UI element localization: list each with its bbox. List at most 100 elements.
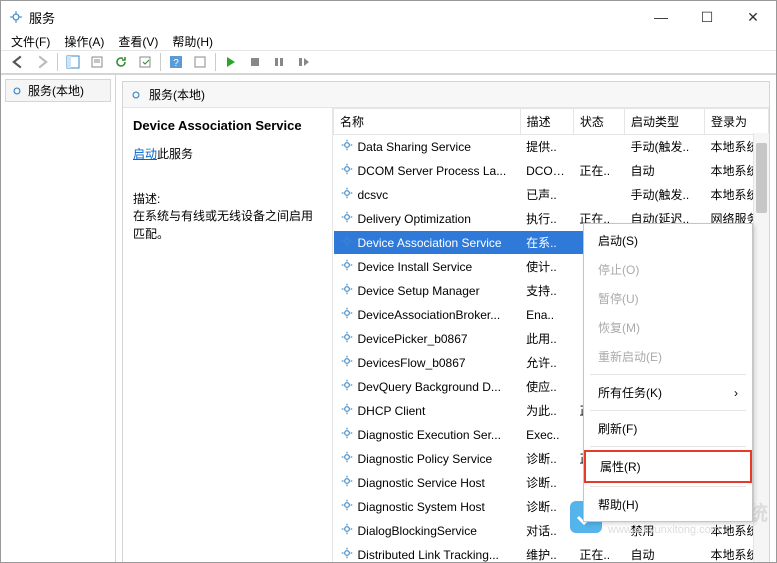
service-startup: 手动(触发.. <box>625 135 705 159</box>
stop-service-button[interactable] <box>244 51 266 73</box>
service-row[interactable]: dcsvc已声..手动(触发..本地系统 <box>334 183 769 207</box>
gear-icon <box>129 88 143 102</box>
service-desc: 对话.. <box>520 519 573 543</box>
service-desc: 维护.. <box>520 543 573 563</box>
toolbar-help-button[interactable]: ? <box>165 51 187 73</box>
gear-icon <box>340 186 354 203</box>
service-desc: 使应.. <box>520 375 573 399</box>
gear-icon <box>340 402 354 419</box>
toolbar-action-button[interactable] <box>189 51 211 73</box>
gear-icon <box>340 234 354 251</box>
tree-root-label: 服务(本地) <box>28 82 84 99</box>
app-icon <box>9 10 23 24</box>
cm-pause: 暂停(U) <box>584 284 752 313</box>
service-name: DCOM Server Process La... <box>358 164 507 178</box>
restart-service-button[interactable] <box>292 51 314 73</box>
service-name: Data Sharing Service <box>358 140 471 154</box>
cm-properties[interactable]: 属性(R) <box>584 450 752 483</box>
close-button[interactable]: ✕ <box>730 1 776 33</box>
service-desc: 支持.. <box>520 279 573 303</box>
toolbar-export-button[interactable] <box>134 51 156 73</box>
cm-stop: 停止(O) <box>584 255 752 284</box>
gear-icon <box>340 162 354 179</box>
pane-title: 服务(本地) <box>149 86 205 103</box>
gear-icon <box>340 426 354 443</box>
cm-start[interactable]: 启动(S) <box>584 226 752 255</box>
cm-restart: 重新启动(E) <box>584 342 752 371</box>
pause-service-button[interactable] <box>268 51 290 73</box>
service-row[interactable]: DCOM Server Process La...DCOM..正在..自动本地系… <box>334 159 769 183</box>
service-desc: 在系.. <box>520 231 573 255</box>
gear-icon <box>340 522 354 539</box>
minimize-button[interactable]: — <box>638 1 684 33</box>
titlebar: 服务 — ☐ ✕ <box>1 1 776 33</box>
service-name: Diagnostic Policy Service <box>358 452 493 466</box>
toolbar-properties-button[interactable] <box>86 51 108 73</box>
chevron-right-icon: › <box>734 386 738 400</box>
service-name: Device Association Service <box>358 236 502 250</box>
service-desc: 允许.. <box>520 351 573 375</box>
service-list[interactable]: 名称ˆ 描述 状态 启动类型 登录为 Data Sharing Service 提… <box>333 108 769 563</box>
gear-icon <box>340 306 354 323</box>
gear-icon <box>340 474 354 491</box>
service-desc: 诊断.. <box>520 471 573 495</box>
detail-panel: Device Association Service 启动此服务 描述: 在系统… <box>123 108 333 563</box>
toolbar-view-button[interactable] <box>62 51 84 73</box>
menu-file[interactable]: 文件(F) <box>11 33 50 50</box>
service-name: DeviceAssociationBroker... <box>358 308 501 322</box>
service-startup: 自动 <box>625 543 705 563</box>
forward-button[interactable] <box>31 51 53 73</box>
start-suffix: 此服务 <box>157 147 193 161</box>
toolbar: ? <box>1 50 776 74</box>
back-button[interactable] <box>7 51 29 73</box>
col-desc[interactable]: 描述 <box>520 109 573 135</box>
gear-icon <box>340 138 354 155</box>
selected-service-name: Device Association Service <box>133 118 322 133</box>
service-name: dcsvc <box>358 188 389 202</box>
context-menu: 启动(S) 停止(O) 暂停(U) 恢复(M) 重新启动(E) 所有任务(K)›… <box>583 223 753 522</box>
gear-icon <box>340 546 354 563</box>
service-desc: 已声.. <box>520 183 573 207</box>
service-name: DevicePicker_b0867 <box>358 332 468 346</box>
start-service-link[interactable]: 启动 <box>133 147 157 161</box>
col-logon[interactable]: 登录为 <box>705 109 769 135</box>
service-status <box>573 183 624 207</box>
menu-action[interactable]: 操作(A) <box>64 33 104 50</box>
col-name[interactable]: 名称ˆ <box>334 109 521 135</box>
start-service-button[interactable] <box>220 51 242 73</box>
service-name: Delivery Optimization <box>358 212 471 226</box>
service-desc: Ena.. <box>520 303 573 327</box>
toolbar-refresh-button[interactable] <box>110 51 132 73</box>
gear-icon <box>340 210 354 227</box>
cm-refresh[interactable]: 刷新(F) <box>584 414 752 443</box>
service-desc: 提供.. <box>520 135 573 159</box>
service-row[interactable]: Distributed Link Tracking...维护..正在..自动本地… <box>334 543 769 563</box>
col-status[interactable]: 状态 <box>573 109 624 135</box>
service-row[interactable]: DialogBlockingService对话..禁用本地系统 <box>334 519 769 543</box>
gear-icon <box>340 354 354 371</box>
services-window: 服务 — ☐ ✕ 文件(F) 操作(A) 查看(V) 帮助(H) ? <box>0 0 777 563</box>
col-startup[interactable]: 启动类型 <box>625 109 705 135</box>
gear-icon <box>10 84 24 98</box>
cm-alltasks[interactable]: 所有任务(K)› <box>584 378 752 407</box>
service-status <box>573 519 624 543</box>
service-name: Diagnostic Service Host <box>358 476 485 490</box>
scroll-thumb[interactable] <box>756 143 767 213</box>
service-desc: 此用.. <box>520 327 573 351</box>
gear-icon <box>340 330 354 347</box>
tree-root-services[interactable]: 服务(本地) <box>5 79 111 102</box>
service-desc: DCOM.. <box>520 159 573 183</box>
maximize-button[interactable]: ☐ <box>684 1 730 33</box>
cm-help[interactable]: 帮助(H) <box>584 490 752 519</box>
gear-icon <box>340 258 354 275</box>
vertical-scrollbar[interactable] <box>753 133 769 563</box>
service-row[interactable]: Data Sharing Service提供..手动(触发..本地系统 <box>334 135 769 159</box>
service-name: DHCP Client <box>358 404 426 418</box>
service-name: Distributed Link Tracking... <box>358 548 499 562</box>
service-status: 正在.. <box>573 543 624 563</box>
pane-header: 服务(本地) <box>123 82 769 108</box>
menu-help[interactable]: 帮助(H) <box>172 33 213 50</box>
description-text: 在系统与有线或无线设备之间启用匹配。 <box>133 207 322 243</box>
menu-view[interactable]: 查看(V) <box>118 33 158 50</box>
gear-icon <box>340 378 354 395</box>
